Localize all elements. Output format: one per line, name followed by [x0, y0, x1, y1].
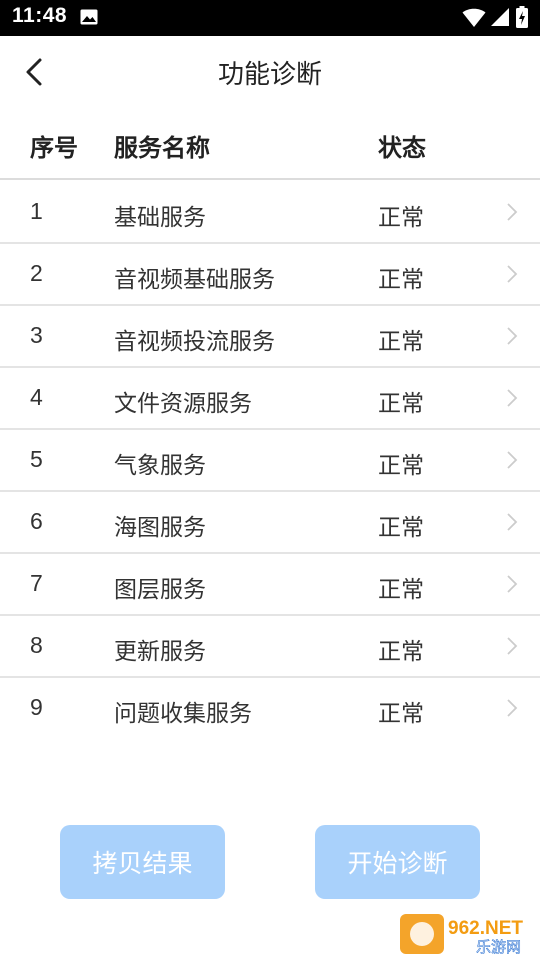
row-index: 5	[30, 446, 43, 472]
row-status: 正常	[378, 329, 424, 355]
row-index: 6	[30, 508, 43, 534]
battery-charging-icon	[516, 6, 528, 28]
copy-result-button[interactable]: 拷贝结果	[60, 825, 225, 899]
status-bar: 11:48	[0, 0, 540, 36]
row-service-name: 文件资源服务	[114, 391, 252, 417]
row-service-name: 音视频投流服务	[114, 329, 275, 355]
row-index: 7	[30, 570, 43, 596]
row-index: 8	[30, 632, 43, 658]
table-row[interactable]: 6 海图服务 正常	[0, 492, 540, 554]
table-row[interactable]: 5 气象服务 正常	[0, 430, 540, 492]
chevron-right-icon	[507, 513, 518, 531]
chevron-right-icon	[507, 327, 518, 345]
chevron-right-icon	[507, 699, 518, 717]
table-row[interactable]: 7 图层服务 正常	[0, 554, 540, 616]
table-row[interactable]: 2 音视频基础服务 正常	[0, 244, 540, 306]
row-service-name: 海图服务	[114, 515, 206, 541]
column-header-status: 状态	[378, 134, 426, 162]
row-index: 9	[30, 694, 43, 720]
table-row[interactable]: 4 文件资源服务 正常	[0, 368, 540, 430]
chevron-right-icon	[507, 389, 518, 407]
row-status: 正常	[378, 205, 424, 231]
row-index: 4	[30, 384, 43, 410]
watermark-logo: 962.NET 乐游网	[400, 914, 523, 956]
column-header-name: 服务名称	[114, 134, 210, 162]
chevron-right-icon	[507, 451, 518, 469]
wifi-icon	[462, 8, 486, 27]
signal-icon	[491, 8, 509, 26]
row-service-name: 基础服务	[114, 205, 206, 231]
row-service-name: 问题收集服务	[114, 701, 252, 727]
row-index: 1	[30, 198, 43, 224]
row-service-name: 气象服务	[114, 453, 206, 479]
table-row[interactable]: 9 问题收集服务 正常	[0, 678, 540, 740]
table-row[interactable]: 1 基础服务 正常	[0, 182, 540, 244]
nav-bar: 功能诊断	[0, 36, 540, 108]
row-index: 3	[30, 322, 43, 348]
row-index: 2	[30, 260, 43, 286]
row-service-name: 音视频基础服务	[114, 267, 275, 293]
row-status: 正常	[378, 515, 424, 541]
service-list: 1 基础服务 正常 2 音视频基础服务 正常 3 音视频投流服务 正常 4 文件…	[0, 182, 540, 740]
row-status: 正常	[378, 391, 424, 417]
table-row[interactable]: 3 音视频投流服务 正常	[0, 306, 540, 368]
chevron-right-icon	[507, 637, 518, 655]
status-time: 11:48	[12, 4, 68, 27]
row-service-name: 更新服务	[114, 639, 206, 665]
table-row[interactable]: 8 更新服务 正常	[0, 616, 540, 678]
row-status: 正常	[378, 267, 424, 293]
page-title: 功能诊断	[217, 60, 322, 90]
row-status: 正常	[378, 701, 424, 727]
watermark-text-bottom: 乐游网	[476, 938, 521, 956]
table-header: 序号 服务名称 状态	[0, 108, 540, 180]
column-header-index: 序号	[30, 134, 78, 162]
row-status: 正常	[378, 577, 424, 603]
chevron-right-icon	[507, 265, 518, 283]
row-status: 正常	[378, 639, 424, 665]
start-diagnosis-button[interactable]: 开始诊断	[315, 825, 480, 899]
row-service-name: 图层服务	[114, 577, 206, 603]
photo-notification-icon	[80, 9, 98, 25]
watermark-text-top: 962.NET	[448, 918, 523, 939]
row-status: 正常	[378, 453, 424, 479]
chevron-right-icon	[507, 575, 518, 593]
chevron-right-icon	[507, 203, 518, 221]
